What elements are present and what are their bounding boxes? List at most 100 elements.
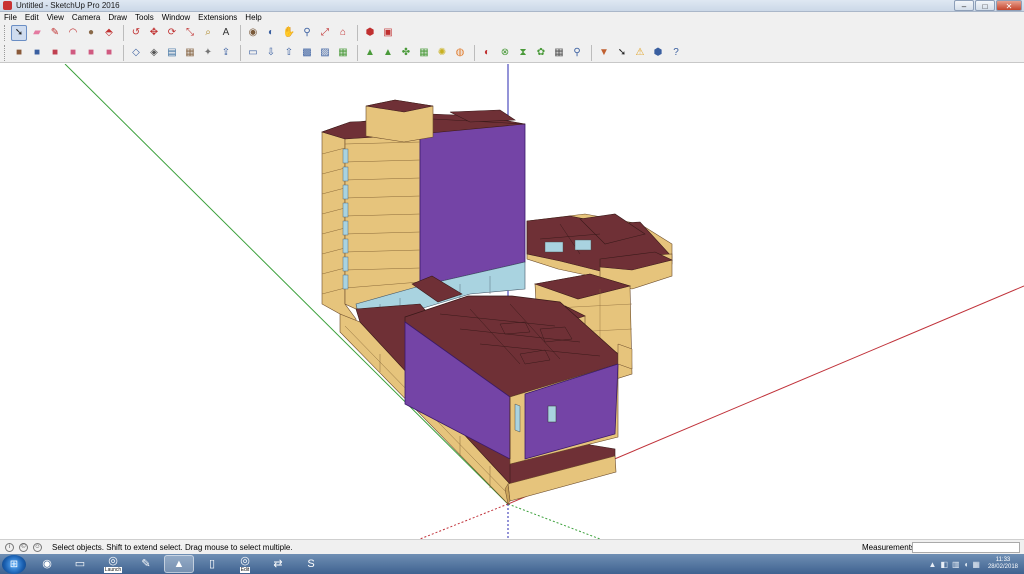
sketchup-taskbar-button[interactable]: ▲ [164, 555, 194, 573]
surface-matching-tool[interactable]: ▲ [362, 45, 378, 61]
schedules-tool[interactable]: ⧗ [515, 45, 531, 61]
explorer-taskbar-button[interactable]: ▭ [65, 555, 95, 573]
zoom-extents-tool[interactable]: ⤢ [317, 25, 333, 41]
scale-tool[interactable]: ⤡ [182, 25, 198, 41]
volume-icon[interactable]: ◖ [964, 560, 969, 569]
switch-taskbar-button[interactable]: ⇄ [263, 555, 293, 573]
menu-view[interactable]: View [47, 13, 64, 22]
document-taskbar-button[interactable]: ▯ [197, 555, 227, 573]
people-tool[interactable]: ◍ [452, 45, 468, 61]
push-pull-tool[interactable]: ⬘ [101, 25, 117, 41]
shaded-tool[interactable]: ▦ [182, 45, 198, 61]
menu-extensions[interactable]: Extensions [198, 13, 237, 22]
text-tool[interactable]: A [218, 25, 234, 41]
pan-tool[interactable]: ✋ [281, 25, 297, 41]
building-model-canvas[interactable] [0, 64, 1024, 539]
toolbar-separator [240, 25, 241, 41]
paint-bucket-icon: ◉ [248, 27, 258, 38]
save-icon: ▭ [248, 46, 258, 58]
save-tool[interactable]: ▭ [245, 45, 261, 61]
top-view-tool[interactable]: ■ [47, 45, 63, 61]
edit-icon: ◎ [240, 554, 250, 567]
lighting-tool[interactable]: ✺ [434, 45, 450, 61]
clock[interactable]: 11:33 28/02/2018 [988, 557, 1018, 571]
gbxml-tool[interactable]: ▨ [317, 45, 333, 61]
hvac-tool[interactable]: ⊗ [497, 45, 513, 61]
help-tool[interactable]: ? [668, 45, 684, 61]
chrome-taskbar-button[interactable]: ◉ [32, 555, 62, 573]
new-space-tool[interactable]: ✦ [200, 45, 216, 61]
open-tool[interactable]: ⇪ [218, 45, 234, 61]
daylight-tool[interactable]: ✿ [533, 45, 549, 61]
offset-tool[interactable]: ↺ [128, 25, 144, 41]
toolbar-separator [123, 44, 124, 61]
info-tool[interactable]: ⬢ [650, 45, 666, 61]
language-icon[interactable]: ▦ [972, 560, 980, 569]
layout-tool[interactable]: ▣ [380, 25, 396, 41]
idf-tool[interactable]: ▩ [299, 45, 315, 61]
warning-tool[interactable]: ⚠ [632, 45, 648, 61]
menu-tools[interactable]: Tools [135, 13, 154, 22]
eraser-tool[interactable]: ▰ [29, 25, 45, 41]
layout-icon: ▣ [383, 27, 393, 38]
warning-icon: ⚠ [635, 46, 645, 58]
select-tool[interactable]: ➘ [11, 25, 27, 41]
pencil-line-tool[interactable]: ✎ [47, 25, 63, 41]
arc-tool[interactable]: ◠ [65, 25, 81, 41]
constructions-tool[interactable]: ▦ [416, 45, 432, 61]
xray-tool[interactable]: ◇ [128, 45, 144, 61]
edit-taskbar-button[interactable]: ◎ Edit [230, 555, 260, 573]
lighting-icon: ✺ [437, 46, 447, 58]
filter-tool[interactable]: ▼ [596, 45, 612, 61]
front-view-tool[interactable]: ■ [65, 45, 81, 61]
menu-edit[interactable]: Edit [25, 13, 39, 22]
equipment-tool[interactable]: ◐ [479, 45, 495, 61]
menu-camera[interactable]: Camera [72, 13, 100, 22]
start-button[interactable]: ⊞ [2, 554, 26, 574]
loads-tool[interactable]: ✤ [398, 45, 414, 61]
export-tool[interactable]: ⇧ [281, 45, 297, 61]
menu-help[interactable]: Help [245, 13, 261, 22]
pen-taskbar-button[interactable]: ✎ [131, 555, 161, 573]
orbit-tool[interactable]: ◐ [263, 25, 279, 41]
tape-measure-tool[interactable]: ⌕ [200, 25, 216, 41]
thermal-zone-tool[interactable]: ▦ [335, 45, 351, 61]
tray-arrow-icon[interactable]: ▲ [929, 560, 937, 569]
hidden-line-tool[interactable]: ▤ [164, 45, 180, 61]
measurements-input[interactable] [912, 542, 1020, 553]
back-view-tool[interactable]: ■ [101, 45, 117, 61]
network-icon[interactable]: ▥ [952, 560, 960, 569]
menu-window[interactable]: Window [162, 13, 190, 22]
iso-view-tool[interactable]: ■ [29, 45, 45, 61]
window-title: Untitled - SketchUp Pro 2016 [16, 1, 120, 10]
geo-location-icon[interactable]: i [5, 542, 14, 552]
default-style-tool[interactable]: ■ [11, 45, 27, 61]
right-view-tool[interactable]: ■ [83, 45, 99, 61]
toolbar-grip[interactable] [4, 25, 7, 41]
zoom-tool[interactable]: ⚲ [299, 25, 315, 41]
inspector-tool[interactable]: ⚲ [569, 45, 585, 61]
tray-app-icon[interactable]: ◧ [940, 560, 948, 569]
paint-bucket-tool[interactable]: ◉ [245, 25, 261, 41]
model-viewport[interactable] [0, 64, 1024, 539]
credits-icon[interactable]: © [19, 542, 28, 552]
select-all-tool[interactable]: ➘ [614, 45, 630, 61]
warehouse-tool[interactable]: ⌂ [335, 25, 351, 41]
maximize-button[interactable]: □ [975, 0, 995, 11]
circle-shape-tool[interactable]: ● [83, 25, 99, 41]
grid-tool[interactable]: ▦ [551, 45, 567, 61]
import-tool[interactable]: ⇩ [263, 45, 279, 61]
launch-taskbar-button[interactable]: ◎ Launch [98, 555, 128, 573]
skype-taskbar-button[interactable]: S [296, 555, 326, 573]
toolbar-grip[interactable] [4, 44, 7, 61]
wireframe-tool[interactable]: ◈ [146, 45, 162, 61]
menu-draw[interactable]: Draw [108, 13, 127, 22]
extension-warehouse-tool[interactable]: ⬢ [362, 25, 378, 41]
space-type-tool[interactable]: ▲ [380, 45, 396, 61]
rotate-tool[interactable]: ⟳ [164, 25, 180, 41]
menu-file[interactable]: File [4, 13, 17, 22]
move-tool[interactable]: ✥ [146, 25, 162, 41]
close-button[interactable]: ✕ [996, 0, 1022, 11]
minimize-button[interactable]: – [954, 0, 974, 11]
user-icon[interactable]: ☺ [33, 542, 42, 552]
